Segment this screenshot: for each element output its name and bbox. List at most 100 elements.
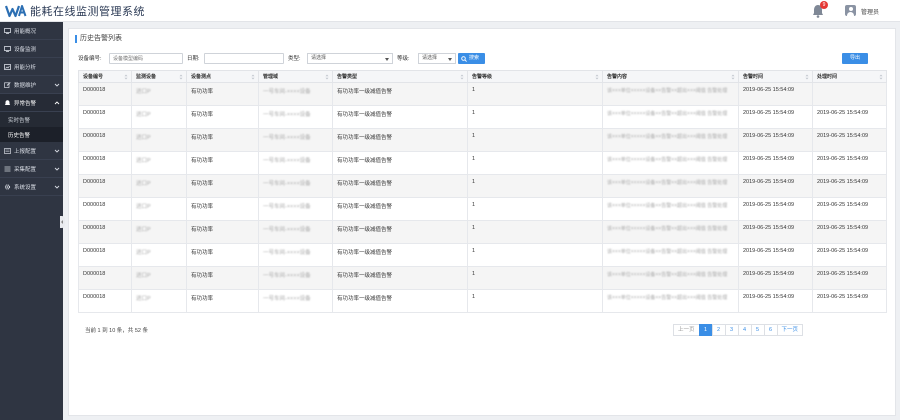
table-cell: 有功功率	[186, 151, 259, 175]
sidebar-subitem-history-alarms[interactable]: 历史告警	[0, 127, 63, 142]
table-cell: D000018	[78, 197, 132, 221]
page-button[interactable]: 6	[763, 324, 778, 336]
sidebar-item-energy-overview[interactable]: 用能概况	[0, 22, 63, 40]
page-button[interactable]: 3	[724, 324, 739, 336]
prev-page-button[interactable]: 上一页	[673, 324, 700, 336]
chevron-down-icon	[385, 58, 389, 61]
table-cell: D000018	[78, 151, 132, 175]
table-row[interactable]: D000018 进口P 有功功率 一号车间-××××设备 有功功率一级减值告警 1 该×××…	[78, 174, 887, 198]
table-row[interactable]: D000018 进口P 有功功率 一号车间-××××设备 有功功率一级减值告警 1 该×××…	[78, 151, 887, 175]
cell-text: 有功功率	[191, 250, 214, 256]
sidebar-subitem-label: 历史告警	[8, 132, 31, 139]
cell-text: 有功功率	[191, 296, 214, 302]
next-page-button[interactable]: 下一页	[776, 324, 804, 336]
table-cell: 2019-06-25 15:54:09	[812, 220, 887, 244]
column-header[interactable]: 管理域	[258, 70, 333, 83]
table-row[interactable]: D000018 进口P 有功功率 一号车间-××××设备 有功功率一级减值告警 1 该×××…	[78, 220, 887, 244]
sidebar-item-collect-config[interactable]: 采集配置	[0, 160, 63, 178]
cell-text: D000018	[83, 225, 106, 231]
table-row[interactable]: D000018 进口P 有功功率 一号车间-××××设备 有功功率一级减值告警 1 该×××…	[78, 82, 887, 106]
table-cell: 1	[467, 289, 603, 313]
type-select[interactable]: 请选择	[307, 53, 393, 64]
column-header-label: 告警类型	[337, 74, 358, 80]
table-cell: 有功功率一级减值告警	[332, 128, 468, 152]
chart-icon	[4, 63, 11, 70]
table-cell: 进口P	[131, 82, 187, 106]
table-cell: D000018	[78, 128, 132, 152]
level-select[interactable]: 请选择	[418, 53, 456, 64]
cell-text: 1	[472, 179, 476, 185]
search-button-label: 搜索	[469, 55, 480, 61]
cell-text: 有功功率	[191, 89, 214, 95]
table-row[interactable]: D000018 进口P 有功功率 一号车间-××××设备 有功功率一级减值告警 1 该×××…	[78, 128, 887, 152]
sidebar-collapse-handle[interactable]	[60, 216, 65, 228]
search-icon	[461, 55, 467, 62]
table-cell: 一号车间-××××设备	[258, 105, 333, 129]
sidebar-item-alarms[interactable]: 异常告警	[0, 94, 63, 112]
table-row[interactable]: D000018 进口P 有功功率 一号车间-××××设备 有功功率一级减值告警 1 该×××…	[78, 243, 887, 267]
sidebar-item-label: 系统设置	[14, 184, 37, 191]
cell-text: 2019-06-25 15:54:09	[817, 156, 869, 162]
cell-text: 1	[472, 248, 476, 254]
sidebar-item-report-config[interactable]: 上报配置	[0, 142, 63, 160]
cell-text: 进口P	[136, 204, 151, 210]
table-row[interactable]: D000018 进口P 有功功率 一号车间-××××设备 有功功率一级减值告警 1 该×××…	[78, 197, 887, 221]
sort-icon	[879, 74, 883, 80]
column-header[interactable]: 告警类型	[332, 70, 468, 83]
table-cell: 有功功率一级减值告警	[332, 105, 468, 129]
column-header[interactable]: 告警等级	[467, 70, 603, 83]
column-header[interactable]: 监测设备	[131, 70, 187, 83]
table-cell: 2019-06-25 15:54:09	[738, 174, 813, 198]
chevron-up-icon	[54, 101, 60, 105]
sidebar-item-label: 采集配置	[14, 166, 37, 173]
username[interactable]: 管理员	[861, 7, 879, 16]
sort-icon	[179, 74, 183, 80]
column-header[interactable]: 告警内容	[602, 70, 739, 83]
type-label: 类型:	[288, 56, 301, 62]
table-cell: D000018	[78, 289, 132, 313]
cell-text: 进口P	[136, 227, 151, 233]
cell-text: 一号车间-××××设备	[263, 89, 311, 95]
sidebar-subitem-realtime-alarms[interactable]: 实时告警	[0, 112, 63, 127]
column-header[interactable]: 设备测点	[186, 70, 259, 83]
cell-text: 2019-06-25 15:54:09	[817, 133, 869, 139]
page-button[interactable]: 2	[711, 324, 726, 336]
device-no-input[interactable]	[109, 53, 183, 64]
table-row[interactable]: D000018 进口P 有功功率 一号车间-××××设备 有功功率一级减值告警 1 该×××…	[78, 266, 887, 290]
cell-text: 一号车间-××××设备	[263, 227, 311, 233]
column-header[interactable]: 告警时间	[738, 70, 813, 83]
sidebar-item-data-maintenance[interactable]: 数据维护	[0, 76, 63, 94]
table-row[interactable]: D000018 进口P 有功功率 一号车间-××××设备 有功功率一级减值告警 1 该×××…	[78, 105, 887, 129]
table-row[interactable]: D000018 进口P 有功功率 一号车间-××××设备 有功功率一级减值告警 1 该×××…	[78, 289, 887, 313]
column-header[interactable]: 设备编号	[78, 70, 132, 83]
search-button[interactable]: 搜索	[458, 53, 485, 64]
sidebar-item-energy-analysis[interactable]: 用能分析	[0, 58, 63, 76]
table-cell: 进口P	[131, 197, 187, 221]
column-header[interactable]: 处理时间	[812, 70, 887, 83]
user-avatar-icon[interactable]	[845, 5, 856, 16]
export-button[interactable]: 导出	[842, 53, 868, 64]
page-title: 历史告警列表	[75, 35, 122, 43]
table-cell: 有功功率	[186, 243, 259, 267]
cell-text: 2019-06-25 15:54:09	[817, 225, 869, 231]
sidebar-item-system-settings[interactable]: 系统设置	[0, 178, 63, 196]
page-button[interactable]: 1	[698, 324, 713, 336]
table-cell: 进口P	[131, 128, 187, 152]
cell-text: 一号车间-××××设备	[263, 158, 311, 164]
table-cell: 有功功率一级减值告警	[332, 220, 468, 244]
sidebar-item-device-monitoring[interactable]: 设备监测	[0, 40, 63, 58]
date-input[interactable]	[204, 53, 284, 64]
table-cell: 一号车间-××××设备	[258, 266, 333, 290]
cell-text: 一号车间-××××设备	[263, 135, 311, 141]
cell-text: 2019-06-25 15:54:09	[743, 248, 795, 254]
table-cell: 有功功率一级减值告警	[332, 174, 468, 198]
cell-text: 有功功率一级减值告警	[337, 227, 393, 233]
cell-text: 有功功率一级减值告警	[337, 273, 393, 279]
table-cell: 进口P	[131, 289, 187, 313]
page-button[interactable]: 4	[737, 324, 752, 336]
table-cell: 1	[467, 266, 603, 290]
table-cell: D000018	[78, 243, 132, 267]
table-cell: 2019-06-25 15:54:09	[738, 105, 813, 129]
sort-icon	[731, 74, 735, 80]
page-button[interactable]: 5	[750, 324, 765, 336]
